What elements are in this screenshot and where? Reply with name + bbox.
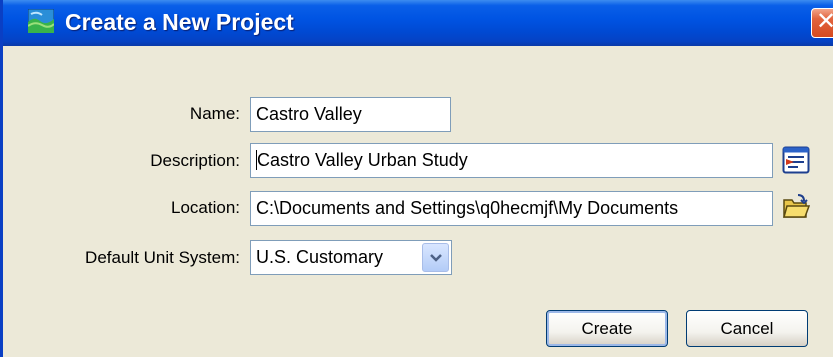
description-input[interactable]: Castro Valley Urban Study [250,143,773,178]
name-label: Name: [189,104,240,123]
close-icon: ✕ [815,8,833,35]
create-button[interactable]: Create [546,310,668,347]
title-bar[interactable]: Create a New Project ✕ [3,0,833,46]
unit-system-value: U.S. Customary [256,247,384,267]
chevron-down-icon[interactable] [422,243,449,272]
location-input[interactable]: C:\Documents and Settings\q0hecmjf\My Do… [250,191,773,226]
description-label: Description: [150,151,240,170]
project-landscape-icon [27,8,55,34]
location-value: C:\Documents and Settings\q0hecmjf\My Do… [256,198,679,218]
location-label: Location: [171,198,240,217]
close-button[interactable]: ✕ [811,8,833,38]
name-input[interactable]: Castro Valley [250,97,451,132]
browse-folder-icon[interactable] [782,193,811,221]
cancel-button[interactable]: Cancel [686,310,808,347]
window-title: Create a New Project [65,9,294,35]
description-value: Castro Valley Urban Study [257,150,468,170]
name-value: Castro Valley [256,104,362,124]
create-project-dialog: Create a New Project ✕ Name: Castro Vall… [0,0,833,357]
unit-system-select[interactable]: U.S. Customary [250,240,452,275]
edit-description-icon[interactable] [782,146,810,174]
unit-system-label: Default Unit System: [85,248,240,267]
